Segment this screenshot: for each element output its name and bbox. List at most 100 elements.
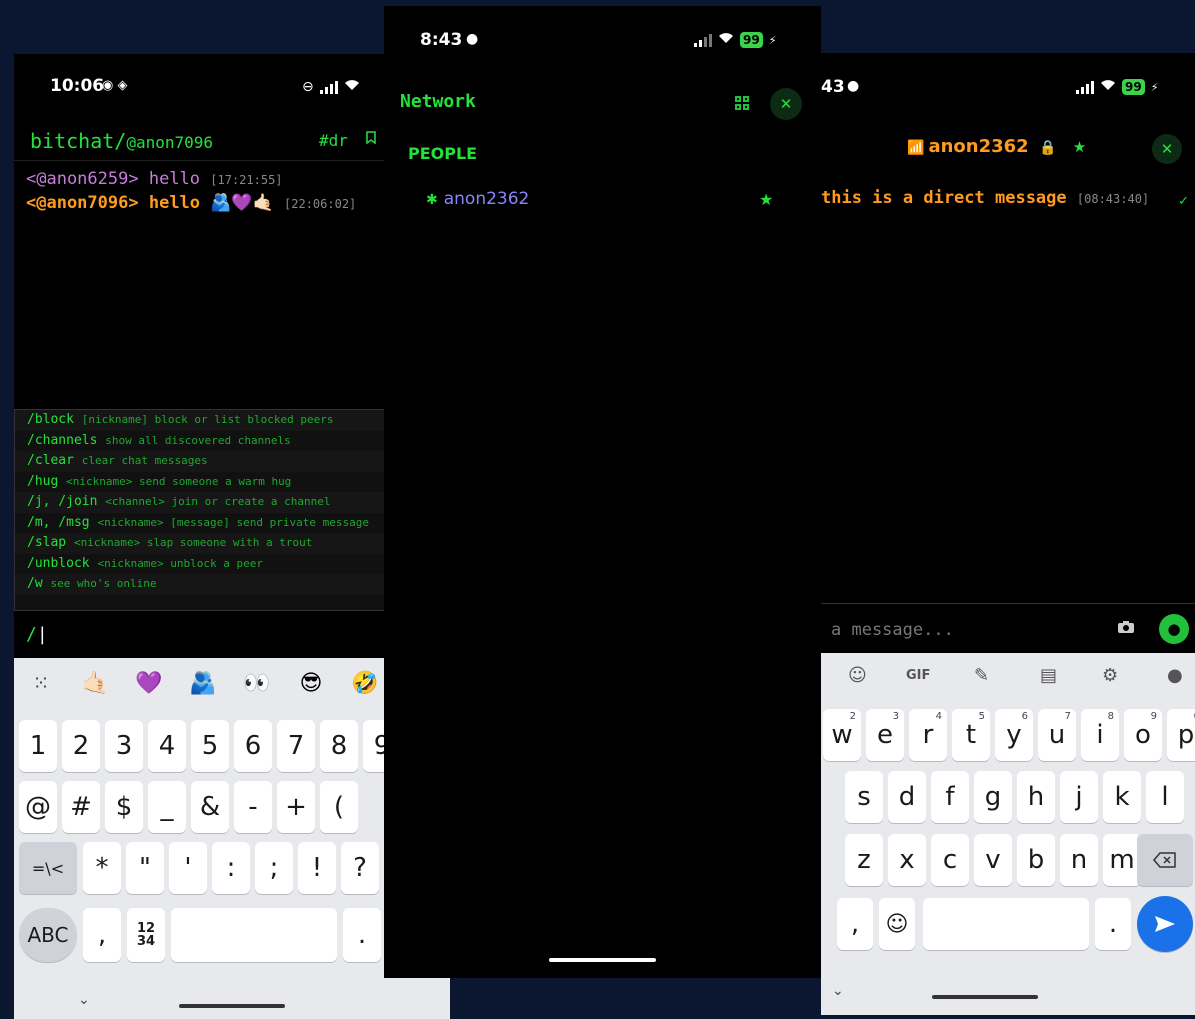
emoji-key[interactable]: 😎 bbox=[284, 671, 338, 696]
favorite-star-icon[interactable]: ★ bbox=[759, 190, 773, 209]
symbol-key[interactable]: + bbox=[277, 781, 315, 833]
emoji-key[interactable]: 👀 bbox=[230, 671, 284, 696]
number-key[interactable]: 8 bbox=[320, 720, 358, 772]
emoji-key[interactable]: ☺ bbox=[879, 898, 915, 950]
comma-key[interactable]: , bbox=[83, 908, 121, 962]
period-key[interactable]: . bbox=[343, 908, 381, 962]
message-input[interactable]: /| bbox=[26, 624, 48, 645]
mic-button[interactable]: ● bbox=[1159, 614, 1189, 644]
command-name: /w bbox=[27, 576, 43, 591]
signal-icon bbox=[1076, 80, 1094, 94]
letter-key[interactable]: v bbox=[974, 834, 1012, 886]
letter-key[interactable]: o9 bbox=[1124, 709, 1162, 761]
symbol-key[interactable]: @ bbox=[19, 781, 57, 833]
message-input[interactable]: a message... bbox=[831, 620, 954, 640]
emoji-key[interactable]: 💜 bbox=[122, 671, 176, 696]
key-number-hint: 3 bbox=[892, 711, 899, 722]
hide-keyboard-icon[interactable]: ⌄ bbox=[832, 983, 844, 999]
space-key[interactable] bbox=[923, 898, 1089, 950]
close-button[interactable]: ✕ bbox=[1152, 134, 1182, 164]
hide-keyboard-icon[interactable]: ⌄ bbox=[78, 992, 90, 1008]
letter-key[interactable]: p0 bbox=[1167, 709, 1195, 761]
letter-key[interactable]: r4 bbox=[909, 709, 947, 761]
key-number-hint: 2 bbox=[849, 711, 856, 722]
emoji-key[interactable]: 🤙🏻 bbox=[68, 671, 122, 696]
command-description: <nickname> [message] send private messag… bbox=[97, 515, 369, 529]
number-key[interactable]: 6 bbox=[234, 720, 272, 772]
symbol-key[interactable]: : bbox=[212, 842, 250, 894]
letter-key[interactable]: y6 bbox=[995, 709, 1033, 761]
backspace-key[interactable] bbox=[1137, 834, 1193, 886]
numpad-key[interactable]: 12 34 bbox=[127, 908, 165, 962]
symbol-key[interactable]: $ bbox=[105, 781, 143, 833]
letter-key[interactable]: s bbox=[845, 771, 883, 823]
charging-icon: ⚡ bbox=[1150, 80, 1159, 94]
peer-list-item[interactable]: ✱ anon2362 bbox=[426, 189, 529, 209]
symbol-key[interactable]: ; bbox=[255, 842, 293, 894]
clipboard-icon[interactable]: ▤ bbox=[1040, 665, 1057, 686]
sticker-icon[interactable]: ☺ bbox=[848, 665, 867, 686]
home-indicator bbox=[932, 995, 1038, 999]
letter-key[interactable]: n bbox=[1060, 834, 1098, 886]
letter-key[interactable]: w2 bbox=[823, 709, 861, 761]
letter-key[interactable]: k bbox=[1103, 771, 1141, 823]
number-key[interactable]: 4 bbox=[148, 720, 186, 772]
camera-icon[interactable] bbox=[1117, 619, 1135, 639]
number-key[interactable]: 7 bbox=[277, 720, 315, 772]
letter-key[interactable]: c bbox=[931, 834, 969, 886]
letter-key[interactable]: l bbox=[1146, 771, 1184, 823]
space-key[interactable] bbox=[171, 908, 337, 962]
command-description: <channel> join or create a channel bbox=[105, 495, 331, 508]
symbol-key[interactable]: ! bbox=[298, 842, 336, 894]
number-key[interactable]: 5 bbox=[191, 720, 229, 772]
letter-key[interactable]: d bbox=[888, 771, 926, 823]
qr-code-icon[interactable] bbox=[735, 96, 749, 110]
symbol-key[interactable]: # bbox=[62, 781, 100, 833]
period-key[interactable]: . bbox=[1095, 898, 1131, 950]
symbol-key[interactable]: ' bbox=[169, 842, 207, 894]
symbol-key[interactable]: ( bbox=[320, 781, 358, 833]
settings-gear-icon[interactable]: ⚙ bbox=[1102, 665, 1118, 686]
letter-key[interactable]: b bbox=[1017, 834, 1055, 886]
status-icons: ⊖ bbox=[302, 79, 360, 95]
symbol-key[interactable]: ? bbox=[341, 842, 379, 894]
emoji-grid-icon[interactable]: ⁙ bbox=[14, 671, 68, 695]
number-key[interactable]: 1 bbox=[19, 720, 57, 772]
letter-key[interactable]: x bbox=[888, 834, 926, 886]
channel-tag[interactable]: #dr bbox=[319, 131, 348, 150]
favorite-star-icon[interactable]: ★ bbox=[1073, 138, 1086, 156]
symbol-key[interactable]: _ bbox=[148, 781, 186, 833]
letter-key[interactable]: f bbox=[931, 771, 969, 823]
emoji-key[interactable]: 🫂 bbox=[176, 671, 230, 696]
letter-key[interactable]: e3 bbox=[866, 709, 904, 761]
gif-button[interactable]: GIF bbox=[906, 668, 930, 683]
comma-key[interactable]: , bbox=[837, 898, 873, 950]
letter-key[interactable]: u7 bbox=[1038, 709, 1076, 761]
symbol-toggle-key[interactable]: =\< bbox=[19, 842, 77, 894]
bookmark-icon[interactable] bbox=[366, 130, 376, 148]
letter-key[interactable]: z bbox=[845, 834, 883, 886]
letter-key[interactable]: m bbox=[1103, 834, 1141, 886]
drop-icon: ● bbox=[847, 78, 860, 94]
letter-key[interactable]: j bbox=[1060, 771, 1098, 823]
magic-wand-icon[interactable]: ✎ bbox=[974, 665, 989, 686]
nickname[interactable]: @anon7096 bbox=[126, 133, 213, 152]
close-button[interactable]: ✕ bbox=[770, 88, 802, 120]
symbol-key[interactable]: " bbox=[126, 842, 164, 894]
abc-key[interactable]: ABC bbox=[19, 908, 77, 962]
letter-key[interactable]: i8 bbox=[1081, 709, 1119, 761]
symbol-key[interactable]: & bbox=[191, 781, 229, 833]
number-key[interactable]: 2 bbox=[62, 720, 100, 772]
symbol-key[interactable]: * bbox=[83, 842, 121, 894]
dm-peer-name[interactable]: anon2362 bbox=[928, 136, 1028, 157]
number-key[interactable]: 3 bbox=[105, 720, 143, 772]
send-button[interactable] bbox=[1137, 896, 1193, 952]
delivered-check-icon: ✓ bbox=[1178, 194, 1189, 209]
command-description: see who's online bbox=[50, 577, 157, 590]
letter-key[interactable]: g bbox=[974, 771, 1012, 823]
voice-mic-icon[interactable]: ● bbox=[1167, 665, 1183, 686]
letter-key[interactable]: h bbox=[1017, 771, 1055, 823]
symbol-key[interactable]: - bbox=[234, 781, 272, 833]
app-title[interactable]: bitchat/@anon7096 bbox=[30, 129, 213, 153]
letter-key[interactable]: t5 bbox=[952, 709, 990, 761]
